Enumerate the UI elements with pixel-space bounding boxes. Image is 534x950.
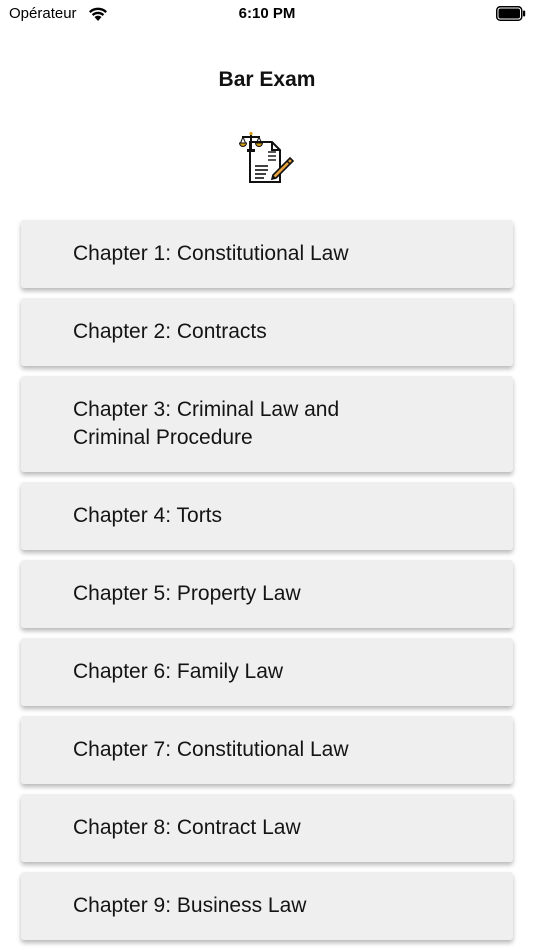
chapter-list: Chapter 1: Constitutional Law Chapter 2:… <box>21 220 513 950</box>
page-title: Bar Exam <box>218 68 316 91</box>
chapter-label: Chapter 9: Business Law <box>73 894 307 917</box>
chapter-item-7[interactable]: Chapter 7: Constitutional Law <box>21 716 513 784</box>
chapter-item-2[interactable]: Chapter 2: Contracts <box>21 298 513 366</box>
scales-of-justice-document-pen-icon <box>238 131 295 183</box>
status-time: 6:10 PM <box>238 5 296 22</box>
chapter-item-5[interactable]: Chapter 5: Property Law <box>21 560 513 628</box>
chapter-label: Chapter 5: Property Law <box>73 582 301 605</box>
chapter-label: Chapter 6: Family Law <box>73 660 284 683</box>
chapter-label: Chapter 8: Contract Law <box>73 816 301 839</box>
chapter-label: Chapter 1: Constitutional Law <box>73 242 349 265</box>
chapter-item-6[interactable]: Chapter 6: Family Law <box>21 638 513 706</box>
chapter-item-9[interactable]: Chapter 9: Business Law <box>21 872 513 940</box>
chapter-label: Chapter 4: Torts <box>73 504 223 527</box>
chapter-label: Chapter 2: Contracts <box>73 320 267 343</box>
chapter-label: Chapter 3: Criminal Law and Criminal Pro… <box>73 398 340 449</box>
chapter-item-1[interactable]: Chapter 1: Constitutional Law <box>21 220 513 288</box>
app-screen: Opérateur 6:10 PM Bar Exam Chapter 1: Co… <box>0 0 534 950</box>
status-bar: Opérateur 6:10 PM <box>0 0 534 28</box>
chapter-item-4[interactable]: Chapter 4: Torts <box>21 482 513 550</box>
battery-icon <box>496 6 526 21</box>
chapter-label: Chapter 7: Constitutional Law <box>73 738 349 761</box>
chapter-item-3[interactable]: Chapter 3: Criminal Law and Criminal Pro… <box>21 376 513 472</box>
chapter-item-8[interactable]: Chapter 8: Contract Law <box>21 794 513 862</box>
